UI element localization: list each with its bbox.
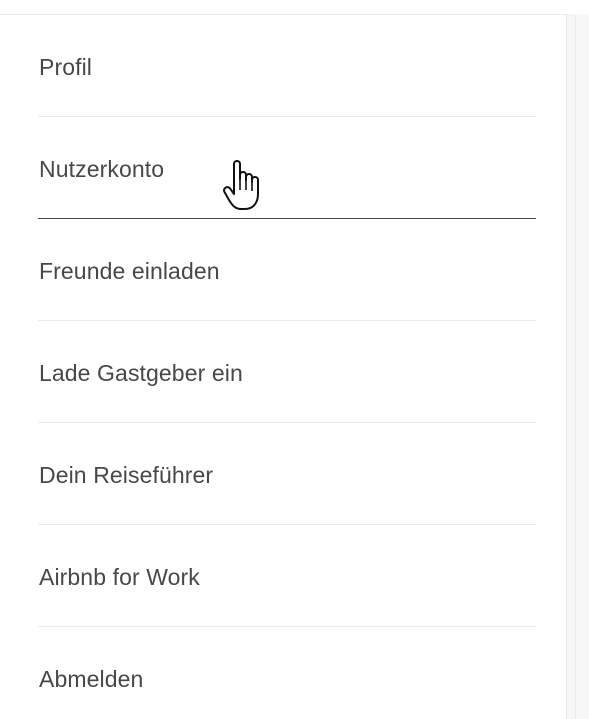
menu-item-profil[interactable]: Profil: [38, 15, 536, 117]
menu-item-airbnb-for-work[interactable]: Airbnb for Work: [38, 525, 536, 627]
account-dropdown-page: Profil Nutzerkonto Freunde einladen Lade…: [0, 0, 589, 719]
menu-item-label: Nutzerkonto: [39, 156, 165, 182]
menu-item-label: Freunde einladen: [39, 258, 220, 284]
panel-divider: [575, 14, 576, 719]
menu-item-label: Dein Reiseführer: [39, 462, 214, 488]
page-background-panel: [566, 14, 589, 719]
menu-item-label: Lade Gastgeber ein: [39, 360, 243, 386]
account-menu: Profil Nutzerkonto Freunde einladen Lade…: [38, 15, 536, 719]
menu-item-nutzerkonto[interactable]: Nutzerkonto: [38, 117, 536, 219]
menu-item-lade-gastgeber-ein[interactable]: Lade Gastgeber ein: [38, 321, 536, 423]
menu-item-label: Profil: [39, 54, 93, 80]
menu-item-label: Abmelden: [39, 666, 144, 692]
menu-item-label: Airbnb for Work: [39, 564, 200, 590]
menu-item-dein-reisefuehrer[interactable]: Dein Reiseführer: [38, 423, 536, 525]
menu-item-abmelden[interactable]: Abmelden: [38, 627, 536, 719]
menu-item-freunde-einladen[interactable]: Freunde einladen: [38, 219, 536, 321]
